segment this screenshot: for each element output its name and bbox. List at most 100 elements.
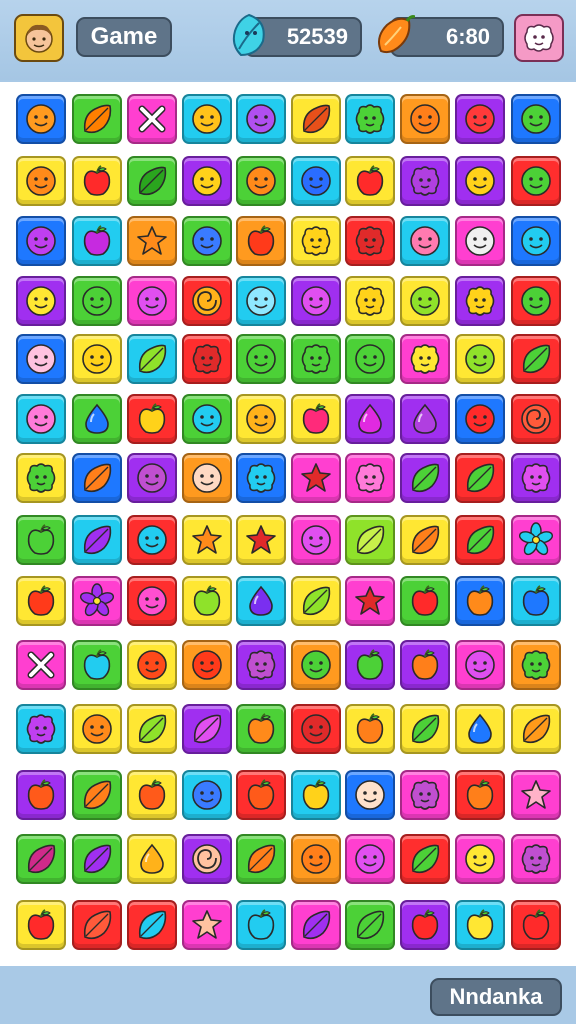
game-tile[interactable] xyxy=(511,216,561,266)
game-tile[interactable] xyxy=(182,576,232,626)
game-tile[interactable] xyxy=(127,94,177,144)
game-tile[interactable] xyxy=(291,394,341,444)
game-tile[interactable] xyxy=(127,900,177,950)
pause-button[interactable] xyxy=(514,14,564,62)
game-tile[interactable] xyxy=(291,94,341,144)
game-tile[interactable] xyxy=(182,216,232,266)
game-tile[interactable] xyxy=(345,394,395,444)
game-tile[interactable] xyxy=(72,216,122,266)
game-tile[interactable] xyxy=(455,515,505,565)
game-tile[interactable] xyxy=(16,276,66,326)
game-tile[interactable] xyxy=(16,640,66,690)
game-tile[interactable] xyxy=(511,156,561,206)
game-tile[interactable] xyxy=(182,453,232,503)
game-tile[interactable] xyxy=(511,770,561,820)
game-menu-button[interactable]: Game xyxy=(76,17,172,57)
game-tile[interactable] xyxy=(236,576,286,626)
game-tile[interactable] xyxy=(345,334,395,384)
game-tile[interactable] xyxy=(72,394,122,444)
game-tile[interactable] xyxy=(72,770,122,820)
game-tile[interactable] xyxy=(291,156,341,206)
game-tile[interactable] xyxy=(291,216,341,266)
game-tile[interactable] xyxy=(72,900,122,950)
game-tile[interactable] xyxy=(127,640,177,690)
game-tile[interactable] xyxy=(511,94,561,144)
game-tile[interactable] xyxy=(511,834,561,884)
game-tile[interactable] xyxy=(511,334,561,384)
game-tile[interactable] xyxy=(511,576,561,626)
game-tile[interactable] xyxy=(236,156,286,206)
game-tile[interactable] xyxy=(236,770,286,820)
game-tile[interactable] xyxy=(455,276,505,326)
game-tile[interactable] xyxy=(127,156,177,206)
game-tile[interactable] xyxy=(455,453,505,503)
game-tile[interactable] xyxy=(127,394,177,444)
game-tile[interactable] xyxy=(345,770,395,820)
game-tile[interactable] xyxy=(345,156,395,206)
game-tile[interactable] xyxy=(16,834,66,884)
game-tile[interactable] xyxy=(511,515,561,565)
game-tile[interactable] xyxy=(16,334,66,384)
game-tile[interactable] xyxy=(400,334,450,384)
game-tile[interactable] xyxy=(16,576,66,626)
game-tile[interactable] xyxy=(455,156,505,206)
game-tile[interactable] xyxy=(400,94,450,144)
game-tile[interactable] xyxy=(345,276,395,326)
game-tile[interactable] xyxy=(455,216,505,266)
game-tile[interactable] xyxy=(16,900,66,950)
game-tile[interactable] xyxy=(236,453,286,503)
game-tile[interactable] xyxy=(511,704,561,754)
game-tile[interactable] xyxy=(291,334,341,384)
game-tile[interactable] xyxy=(72,156,122,206)
game-tile[interactable] xyxy=(291,704,341,754)
game-tile[interactable] xyxy=(345,834,395,884)
game-tile[interactable] xyxy=(16,216,66,266)
game-tile[interactable] xyxy=(291,834,341,884)
game-tile[interactable] xyxy=(455,94,505,144)
game-tile[interactable] xyxy=(236,394,286,444)
game-tile[interactable] xyxy=(182,640,232,690)
game-tile[interactable] xyxy=(72,515,122,565)
game-tile[interactable] xyxy=(345,216,395,266)
game-tile[interactable] xyxy=(455,394,505,444)
game-tile[interactable] xyxy=(345,640,395,690)
game-tile[interactable] xyxy=(455,704,505,754)
game-tile[interactable] xyxy=(127,276,177,326)
game-tile[interactable] xyxy=(127,515,177,565)
game-tile[interactable] xyxy=(72,834,122,884)
game-tile[interactable] xyxy=(182,900,232,950)
game-tile[interactable] xyxy=(291,770,341,820)
game-tile[interactable] xyxy=(236,334,286,384)
game-tile[interactable] xyxy=(400,453,450,503)
game-tile[interactable] xyxy=(182,334,232,384)
game-tile[interactable] xyxy=(16,94,66,144)
game-tile[interactable] xyxy=(16,453,66,503)
game-tile[interactable] xyxy=(72,640,122,690)
game-tile[interactable] xyxy=(72,334,122,384)
game-tile[interactable] xyxy=(345,515,395,565)
game-tile[interactable] xyxy=(182,94,232,144)
game-tile[interactable] xyxy=(182,704,232,754)
game-tile[interactable] xyxy=(182,156,232,206)
game-tile[interactable] xyxy=(511,453,561,503)
game-tile[interactable] xyxy=(455,900,505,950)
game-tile[interactable] xyxy=(511,900,561,950)
game-tile[interactable] xyxy=(345,94,395,144)
game-tile[interactable] xyxy=(127,704,177,754)
game-tile[interactable] xyxy=(182,276,232,326)
game-tile[interactable] xyxy=(236,900,286,950)
game-tile[interactable] xyxy=(16,515,66,565)
game-tile[interactable] xyxy=(400,394,450,444)
game-tile[interactable] xyxy=(291,640,341,690)
game-tile[interactable] xyxy=(127,576,177,626)
game-tile[interactable] xyxy=(16,704,66,754)
game-tile[interactable] xyxy=(345,704,395,754)
game-tile[interactable] xyxy=(511,276,561,326)
game-tile[interactable] xyxy=(400,576,450,626)
game-tile[interactable] xyxy=(236,834,286,884)
footer-action-button[interactable]: Nndanka xyxy=(430,978,562,1016)
game-tile[interactable] xyxy=(182,834,232,884)
game-tile[interactable] xyxy=(127,453,177,503)
player-avatar-button[interactable] xyxy=(14,14,64,62)
game-tile[interactable] xyxy=(400,276,450,326)
